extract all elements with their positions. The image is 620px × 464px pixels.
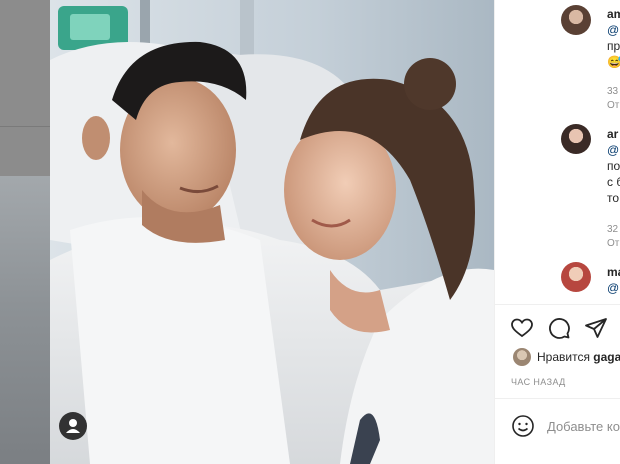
likes-prefix: Нравится	[537, 350, 590, 364]
person-tag-icon	[66, 419, 80, 433]
background-post-photo	[0, 176, 50, 464]
commenter-avatar[interactable]	[561, 262, 591, 292]
comment-username[interactable]: am	[607, 6, 620, 22]
backdrop-divider	[0, 126, 50, 127]
comment-text-line: то	[607, 191, 620, 205]
commenter-avatar[interactable]	[561, 124, 591, 154]
smiley-icon[interactable]	[511, 414, 535, 438]
liker-avatar[interactable]	[513, 348, 531, 366]
likes-summary[interactable]: Нравится gaga	[537, 350, 620, 364]
comment-icon[interactable]	[547, 316, 571, 340]
comment-emoji: 😅	[607, 54, 620, 70]
comment-text-line: с б	[607, 175, 620, 189]
post-photo	[50, 0, 494, 464]
paper-plane-icon[interactable]	[584, 316, 608, 340]
comment-text-line: по	[607, 159, 620, 173]
comment-time[interactable]: 33	[607, 86, 618, 97]
heart-icon[interactable]	[510, 316, 534, 340]
comment-box-divider	[495, 398, 620, 399]
hospital-selfie-image	[50, 0, 494, 464]
add-comment-input[interactable]	[547, 414, 620, 438]
comment-username[interactable]: ma	[607, 264, 620, 280]
overlay-backdrop[interactable]	[0, 0, 50, 464]
post-timestamp[interactable]: ЧАС НАЗАД	[511, 377, 566, 387]
comment-reply-link[interactable]: От	[607, 100, 619, 111]
liker-username[interactable]: gaga	[593, 350, 620, 364]
comment-username[interactable]: ar	[607, 126, 618, 142]
comment-text-line: пр	[607, 39, 620, 53]
comment-time[interactable]: 32	[607, 224, 618, 235]
commenter-avatar[interactable]	[561, 5, 591, 35]
actions-divider	[495, 304, 620, 305]
tagged-users-button[interactable]	[59, 412, 87, 440]
comment-text-line[interactable]: @	[607, 280, 619, 296]
comment-text-line[interactable]: @	[607, 142, 619, 158]
comment-reply-link[interactable]: От	[607, 238, 619, 249]
comment-text-line[interactable]: @	[607, 22, 619, 38]
post-side-panel: am @ пр 😅 33 От ar @ по с б то 32 От ma …	[494, 0, 620, 464]
